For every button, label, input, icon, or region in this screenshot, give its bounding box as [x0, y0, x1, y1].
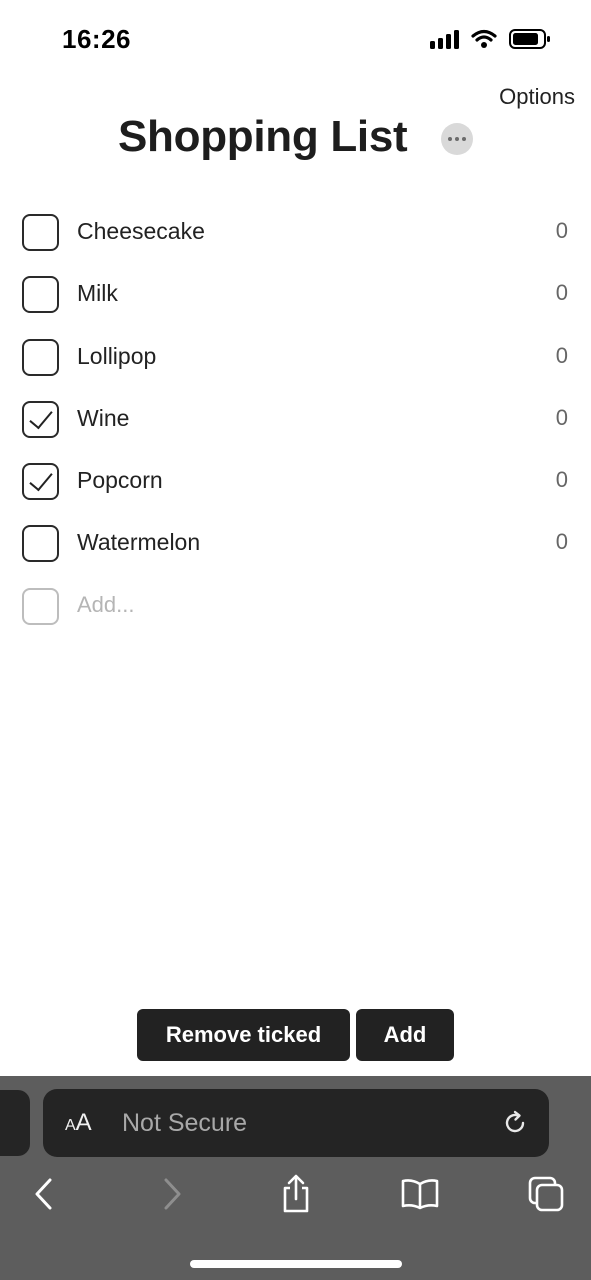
- list-item[interactable]: Lollipop 0: [0, 326, 591, 388]
- wifi-icon: [471, 29, 497, 48]
- remove-ticked-button[interactable]: Remove ticked: [137, 1009, 350, 1061]
- list-item[interactable]: Popcorn 0: [0, 450, 591, 512]
- forward-icon: [164, 1178, 181, 1210]
- more-options-button[interactable]: [441, 123, 473, 155]
- item-quantity: 0: [555, 342, 568, 368]
- aa-small-glyph: A: [65, 1117, 76, 1134]
- ellipsis-dot: [462, 137, 466, 141]
- item-label: Cheesecake: [77, 218, 205, 244]
- list-item[interactable]: Watermelon 0: [0, 512, 591, 574]
- cellular-signal-icon: [430, 29, 459, 49]
- item-quantity: 0: [555, 280, 568, 306]
- battery-icon: [509, 29, 550, 49]
- bookmarks-icon: [401, 1179, 439, 1210]
- home-indicator: [190, 1260, 402, 1268]
- add-item-row[interactable]: Add...: [0, 575, 591, 637]
- shopping-list: Cheesecake 0 Milk 0 Lollipop 0 Wine 0 Po…: [0, 201, 591, 637]
- tabs-icon: [528, 1176, 564, 1212]
- ellipsis-icon: [448, 137, 452, 141]
- item-label: Milk: [77, 280, 118, 307]
- forward-button[interactable]: [150, 1172, 194, 1216]
- share-button[interactable]: [274, 1172, 318, 1216]
- add-button[interactable]: Add: [356, 1009, 454, 1061]
- share-icon: [283, 1174, 309, 1213]
- item-label: Lollipop: [77, 342, 157, 369]
- list-item[interactable]: Milk 0: [0, 263, 591, 325]
- item-label: Popcorn: [77, 467, 163, 494]
- previous-tab-preview[interactable]: [0, 1090, 30, 1156]
- item-checkbox[interactable]: [22, 338, 59, 376]
- item-label: Watermelon: [77, 529, 201, 556]
- back-icon: [35, 1178, 52, 1210]
- item-quantity: 0: [555, 529, 568, 555]
- list-item[interactable]: Cheesecake 0: [0, 201, 591, 263]
- browser-chrome: AA Not Secure: [0, 1076, 591, 1280]
- status-icons: [430, 28, 551, 50]
- back-button[interactable]: [22, 1172, 66, 1216]
- add-item-input[interactable]: Add...: [77, 592, 134, 618]
- browser-toolbar: [0, 1172, 591, 1222]
- status-bar: 16:26: [0, 0, 591, 80]
- item-checkbox[interactable]: [22, 276, 59, 314]
- item-checkbox[interactable]: [22, 525, 59, 563]
- reload-icon[interactable]: [501, 1109, 529, 1137]
- bookmarks-button[interactable]: [398, 1172, 442, 1216]
- status-time: 16:26: [62, 24, 131, 54]
- list-item[interactable]: Wine 0: [0, 388, 591, 450]
- address-text[interactable]: Not Secure: [122, 1109, 247, 1138]
- title-row: Shopping List: [0, 110, 591, 170]
- ellipsis-dot: [455, 137, 459, 141]
- add-item-checkbox: [22, 587, 59, 625]
- options-link[interactable]: Options: [499, 84, 575, 110]
- item-checkbox-checked[interactable]: [22, 463, 59, 501]
- item-quantity: 0: [555, 218, 568, 243]
- item-checkbox-checked[interactable]: [22, 400, 59, 438]
- item-checkbox[interactable]: [22, 214, 59, 251]
- reader-options-button[interactable]: AA: [65, 1109, 92, 1137]
- address-bar[interactable]: AA Not Secure: [43, 1089, 549, 1157]
- tabs-button[interactable]: [524, 1172, 568, 1216]
- aa-large-glyph: A: [75, 1109, 92, 1136]
- item-quantity: 0: [555, 467, 568, 493]
- item-quantity: 0: [555, 404, 568, 430]
- item-label: Wine: [77, 404, 130, 431]
- page-title: Shopping List: [118, 112, 408, 161]
